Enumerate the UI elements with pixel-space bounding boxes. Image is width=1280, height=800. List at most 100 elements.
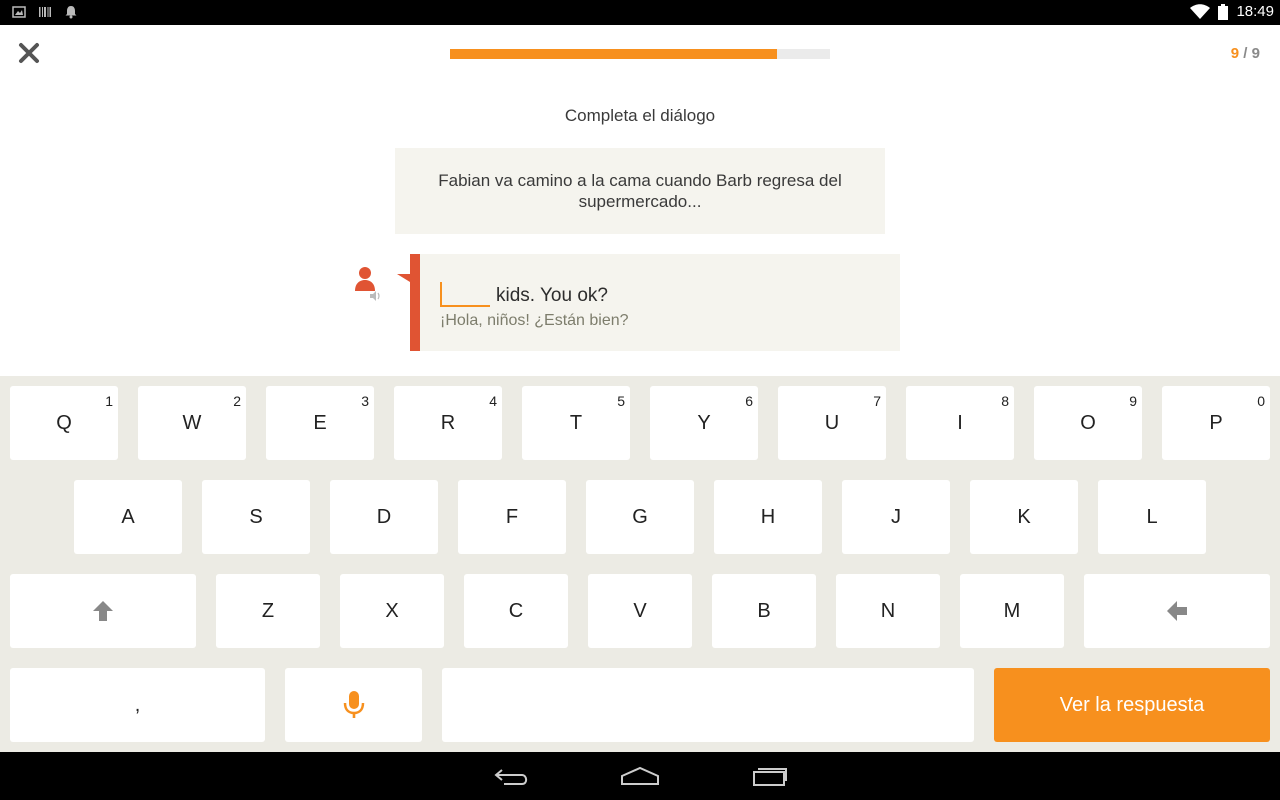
key-label: O <box>1080 411 1096 434</box>
space-key[interactable] <box>442 668 974 742</box>
key-j[interactable]: J <box>842 480 950 554</box>
bell-notification-icon <box>65 6 77 19</box>
key-label: W <box>182 411 202 434</box>
key-r[interactable]: R4 <box>394 386 502 460</box>
dialogue-context-text: Fabian va camino a la cama cuando Barb r… <box>438 171 842 211</box>
nav-back-button[interactable] <box>492 764 532 788</box>
key-h[interactable]: H <box>714 480 822 554</box>
key-label: P <box>1209 411 1223 434</box>
nav-recents-button[interactable] <box>750 764 790 788</box>
key-x[interactable]: X <box>340 574 444 648</box>
counter-separator: / <box>1239 45 1252 62</box>
counter-current: 9 <box>1230 45 1240 62</box>
key-number-hint: 7 <box>873 393 881 409</box>
status-bar: 18:49 <box>0 0 1280 25</box>
barcode-notification-icon <box>39 7 51 17</box>
key-number-hint: 2 <box>233 393 241 409</box>
key-number-hint: 9 <box>1129 393 1137 409</box>
key-label: V <box>633 599 647 622</box>
key-number-hint: 8 <box>1001 393 1009 409</box>
backspace-arrow-left-icon <box>1167 601 1187 621</box>
lesson-progress-bar <box>450 49 830 59</box>
spanish-translation: ¡Hola, niños! ¿Están bien? <box>440 312 629 329</box>
show-answer-button[interactable]: Ver la respuesta <box>994 668 1270 742</box>
back-icon <box>494 769 528 785</box>
key-a[interactable]: A <box>74 480 182 554</box>
shift-arrow-up-icon <box>93 601 113 621</box>
key-n[interactable]: N <box>836 574 940 648</box>
question-counter: 9 / 9 <box>1231 45 1260 62</box>
key-w[interactable]: W2 <box>138 386 246 460</box>
home-icon <box>621 766 659 785</box>
comma-key-label: , <box>134 693 141 716</box>
dialogue-bubble: kids. You ok? ¡Hola, niños! ¿Están bien? <box>420 254 900 351</box>
key-g[interactable]: G <box>586 480 694 554</box>
key-f[interactable]: F <box>458 480 566 554</box>
speaker-avatar-button[interactable] <box>352 264 384 304</box>
english-line-text: kids. You ok? <box>496 285 608 306</box>
key-label: L <box>1146 505 1158 528</box>
bubble-pointer <box>397 274 410 282</box>
key-label: M <box>1003 599 1021 622</box>
key-number-hint: 5 <box>617 393 625 409</box>
show-answer-label: Ver la respuesta <box>1059 693 1205 716</box>
backspace-key[interactable] <box>1084 574 1270 648</box>
english-line: kids. You ok? <box>440 282 608 307</box>
key-i[interactable]: I8 <box>906 386 1014 460</box>
key-o[interactable]: O9 <box>1034 386 1142 460</box>
key-label: B <box>757 599 771 622</box>
recents-icon <box>753 768 787 786</box>
key-label: G <box>632 505 648 528</box>
key-y[interactable]: Y6 <box>650 386 758 460</box>
key-p[interactable]: P0 <box>1162 386 1270 460</box>
shift-key[interactable] <box>10 574 196 648</box>
comma-key[interactable]: , <box>10 668 265 742</box>
key-label: R <box>440 411 456 434</box>
system-navigation-bar <box>0 752 1280 800</box>
key-v[interactable]: V <box>588 574 692 648</box>
key-label: F <box>505 505 519 528</box>
key-b[interactable]: B <box>712 574 816 648</box>
key-number-hint: 4 <box>489 393 497 409</box>
close-icon <box>19 43 39 63</box>
key-number-hint: 1 <box>105 393 113 409</box>
key-e[interactable]: E3 <box>266 386 374 460</box>
key-label: T <box>569 411 583 434</box>
key-z[interactable]: Z <box>216 574 320 648</box>
gallery-notification-icon <box>12 6 26 18</box>
key-label: U <box>824 411 840 434</box>
counter-total: 9 <box>1251 45 1260 62</box>
key-c[interactable]: C <box>464 574 568 648</box>
key-label: Y <box>697 411 711 434</box>
on-screen-keyboard: , Ver la respuesta Q1W2E3R4T5Y6U7I8O9P0A… <box>0 376 1280 752</box>
answer-blank-input[interactable] <box>440 282 490 307</box>
wifi-icon <box>1190 3 1211 19</box>
microphone-key[interactable] <box>285 668 422 742</box>
key-l[interactable]: L <box>1098 480 1206 554</box>
key-number-hint: 6 <box>745 393 753 409</box>
key-label: I <box>957 411 963 434</box>
close-button[interactable] <box>16 40 42 66</box>
nav-home-button[interactable] <box>620 764 660 788</box>
key-s[interactable]: S <box>202 480 310 554</box>
exercise-instruction: Completa el diálogo <box>564 106 716 125</box>
key-number-hint: 0 <box>1257 393 1265 409</box>
key-m[interactable]: M <box>960 574 1064 648</box>
key-label: H <box>760 505 776 528</box>
dialogue-context: Fabian va camino a la cama cuando Barb r… <box>395 148 885 234</box>
key-label: Z <box>261 599 275 622</box>
key-label: J <box>891 505 901 528</box>
key-number-hint: 3 <box>361 393 369 409</box>
person-speaker-icon <box>355 267 380 301</box>
key-label: E <box>313 411 327 434</box>
status-time: 18:49 <box>1236 3 1274 20</box>
battery-icon <box>1218 3 1229 20</box>
key-q[interactable]: Q1 <box>10 386 118 460</box>
key-u[interactable]: U7 <box>778 386 886 460</box>
key-k[interactable]: K <box>970 480 1078 554</box>
key-label: D <box>376 505 392 528</box>
key-label: C <box>508 599 524 622</box>
key-label: Q <box>56 411 72 434</box>
key-d[interactable]: D <box>330 480 438 554</box>
key-t[interactable]: T5 <box>522 386 630 460</box>
